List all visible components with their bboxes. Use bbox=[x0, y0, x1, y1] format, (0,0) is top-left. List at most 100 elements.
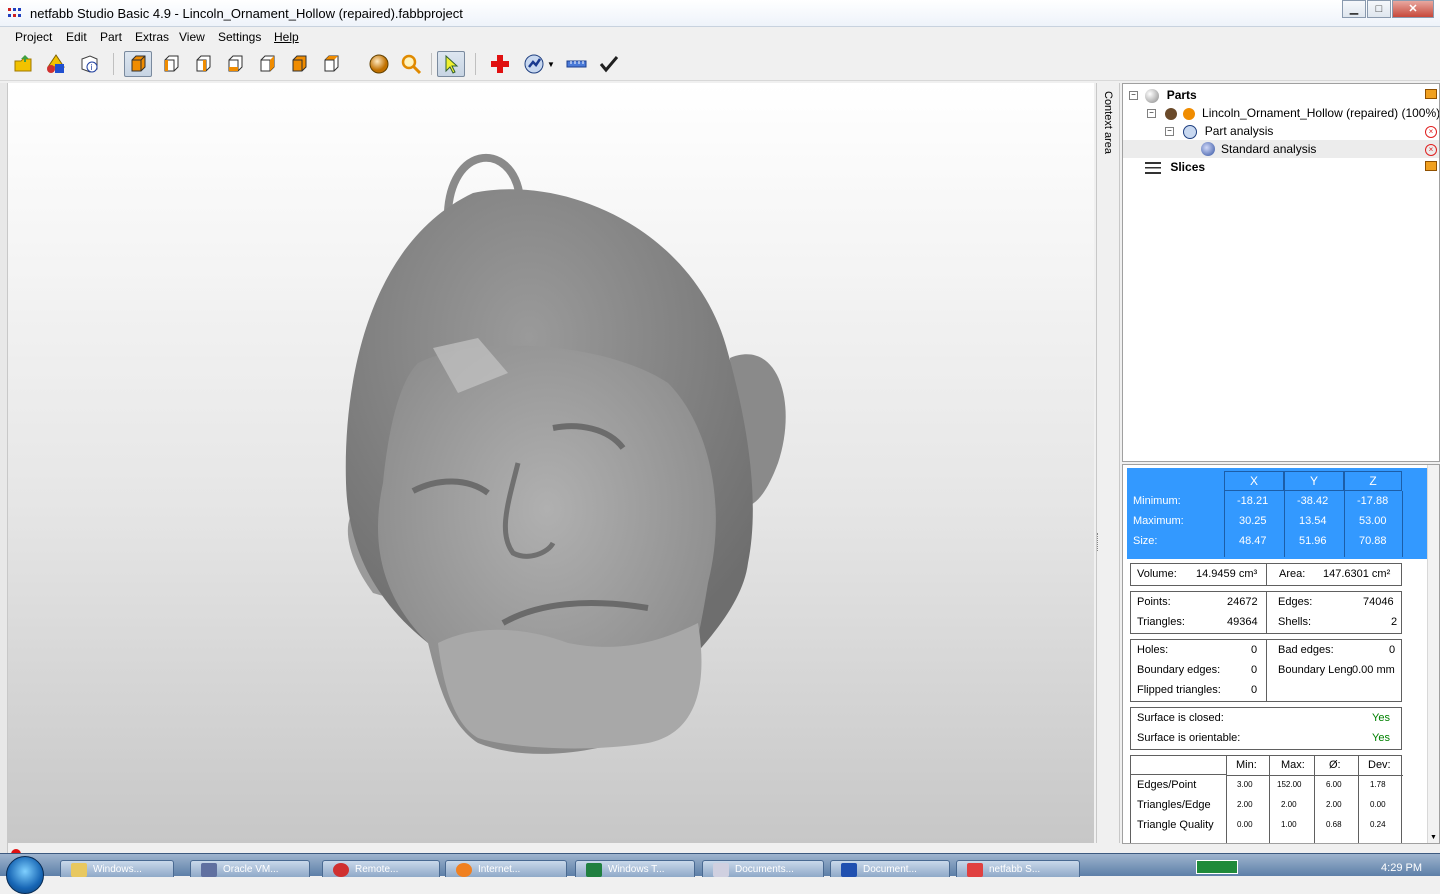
lincoln-head-model[interactable] bbox=[8, 83, 1094, 843]
parts-icon bbox=[1145, 88, 1160, 103]
shading-sphere-icon bbox=[369, 54, 389, 74]
scroll-down-arrow[interactable]: ▼ bbox=[1430, 834, 1437, 841]
column-divider bbox=[1402, 491, 1403, 557]
surface-orientable-value: Yes bbox=[1372, 732, 1390, 744]
bad-edges-label: Bad edges: bbox=[1278, 644, 1334, 656]
visibility-eye-icon[interactable] bbox=[1182, 107, 1195, 120]
taskbar-item-netfabb[interactable]: netfabb S... bbox=[956, 860, 1080, 877]
splitter-grip[interactable] bbox=[1097, 533, 1100, 551]
taskbar-item-remote[interactable]: Remote... bbox=[322, 860, 440, 877]
slices-folder-icon[interactable] bbox=[1425, 161, 1437, 171]
max-y-value: 13.54 bbox=[1299, 515, 1327, 527]
menu-part[interactable]: Part bbox=[100, 30, 122, 44]
remove-analysis-icon[interactable]: × bbox=[1425, 126, 1437, 138]
cell-divider bbox=[1314, 756, 1315, 843]
remote-app-icon bbox=[333, 863, 349, 877]
stats-row-label: Edges/Point bbox=[1137, 779, 1197, 791]
analysis-properties-panel: X Y Z Minimum: -18.21 -38.42 -17.88 Maxi… bbox=[1122, 464, 1440, 844]
properties-scrollbar[interactable]: ▼ bbox=[1427, 465, 1439, 843]
area-value: 147.6301 cm² bbox=[1323, 568, 1391, 580]
bounding-box-table: X Y Z Minimum: -18.21 -38.42 -17.88 Maxi… bbox=[1127, 468, 1429, 559]
remove-standard-analysis-icon[interactable]: × bbox=[1425, 144, 1437, 156]
view-right-button[interactable] bbox=[253, 51, 281, 77]
menu-settings[interactable]: Settings bbox=[218, 30, 261, 44]
taskbar-item-word[interactable]: Document... bbox=[830, 860, 950, 877]
collapse-icon[interactable]: − bbox=[1129, 91, 1138, 101]
context-area-label: Context area bbox=[1102, 91, 1114, 154]
edges-value: 74046 bbox=[1363, 596, 1394, 608]
netfabb-icon bbox=[967, 863, 983, 877]
apply-button[interactable] bbox=[595, 51, 623, 77]
close-button[interactable]: ✕ bbox=[1392, 0, 1434, 18]
menu-help[interactable]: Help bbox=[274, 30, 299, 44]
context-area-strip[interactable]: Context area bbox=[1096, 83, 1120, 843]
view-bottom-button[interactable] bbox=[317, 51, 345, 77]
taskbar-item-task-manager[interactable]: Windows T... bbox=[575, 860, 695, 877]
stats-max-value: 152.00 bbox=[1277, 780, 1302, 789]
boundary-length-value: 0.00 mm bbox=[1352, 664, 1395, 676]
slices-icon bbox=[1145, 161, 1161, 174]
3d-viewport[interactable] bbox=[8, 83, 1094, 843]
left-panel-strip bbox=[0, 83, 8, 853]
parts-folder-icon[interactable] bbox=[1425, 89, 1437, 99]
tray-battery-icon[interactable] bbox=[1196, 860, 1238, 874]
zoom-icon bbox=[401, 54, 422, 75]
repair-button[interactable] bbox=[486, 51, 514, 77]
taskbar-clock[interactable]: 4:29 PM bbox=[1381, 862, 1422, 874]
taskbar-item-virtualbox[interactable]: Oracle VM... bbox=[190, 860, 310, 877]
stats-avg-value: 2.00 bbox=[1326, 800, 1342, 809]
minimize-button[interactable]: ▁ bbox=[1342, 0, 1366, 18]
view-3d-button[interactable] bbox=[124, 51, 152, 77]
menu-view[interactable]: View bbox=[179, 30, 205, 44]
stats-header-avg: Ø: bbox=[1329, 759, 1341, 771]
documents-icon bbox=[713, 863, 729, 877]
view-top-button[interactable] bbox=[285, 51, 313, 77]
surface-orientable-label: Surface is orientable: bbox=[1137, 732, 1241, 744]
axis-z-header: Z bbox=[1344, 471, 1402, 491]
mesh-counts-box: Points: 24672 Edges: 74046 Triangles: 49… bbox=[1130, 591, 1402, 634]
tree-node-part-analysis[interactable]: − Part analysis bbox=[1165, 122, 1273, 140]
tree-node-slices[interactable]: Slices bbox=[1145, 158, 1205, 176]
zoom-button[interactable] bbox=[397, 51, 425, 77]
view-left-button[interactable] bbox=[221, 51, 249, 77]
view-back-button[interactable] bbox=[189, 51, 217, 77]
boundary-edges-value: 0 bbox=[1251, 664, 1258, 676]
menu-edit[interactable]: Edit bbox=[66, 30, 87, 44]
column-divider bbox=[1344, 491, 1345, 557]
stats-min-value: 3.00 bbox=[1237, 780, 1253, 789]
start-button[interactable] bbox=[6, 856, 44, 894]
collapse-icon[interactable]: − bbox=[1165, 127, 1174, 137]
view-top-icon bbox=[292, 55, 307, 72]
add-part-button[interactable] bbox=[42, 51, 70, 77]
select-button[interactable] bbox=[437, 51, 465, 77]
analysis-dropdown-button[interactable]: ▼ bbox=[519, 51, 559, 77]
mesh-statistics-table: Min: Max: Ø: Dev: Edges/Point 3.00 152.0… bbox=[1130, 755, 1403, 843]
title-bar: netfabb Studio Basic 4.9 - Lincoln_Ornam… bbox=[0, 0, 1440, 27]
part-info-button[interactable]: i bbox=[75, 51, 103, 77]
open-project-button[interactable] bbox=[10, 51, 38, 77]
taskbar-item-browser[interactable]: Internet... bbox=[445, 860, 567, 877]
stats-dev-value: 0.00 bbox=[1370, 800, 1386, 809]
tree-node-parts[interactable]: − Parts bbox=[1129, 86, 1197, 104]
view-front-button[interactable] bbox=[157, 51, 185, 77]
repair-cross-icon bbox=[491, 55, 509, 73]
cell-divider bbox=[1269, 756, 1270, 843]
measure-ruler-icon bbox=[566, 60, 587, 68]
shading-button[interactable] bbox=[365, 51, 393, 77]
taskbar-item-explorer[interactable]: Windows... bbox=[60, 860, 174, 877]
word-icon bbox=[841, 863, 857, 877]
axis-y-header: Y bbox=[1284, 471, 1344, 491]
cell-divider bbox=[1266, 564, 1267, 585]
stats-header-dev: Dev: bbox=[1368, 759, 1391, 771]
maximize-button[interactable]: □ bbox=[1367, 0, 1391, 18]
taskbar-item-documents[interactable]: Documents... bbox=[702, 860, 824, 877]
measure-button[interactable] bbox=[562, 51, 590, 77]
collapse-icon[interactable]: − bbox=[1147, 109, 1156, 119]
stats-max-value: 1.00 bbox=[1281, 820, 1297, 829]
tree-node-standard-analysis[interactable]: Standard analysis bbox=[1123, 140, 1439, 158]
tree-node-part[interactable]: − Lincoln_Ornament_Hollow (repaired) (10… bbox=[1147, 104, 1439, 122]
menu-project[interactable]: Project bbox=[15, 30, 52, 44]
menu-extras[interactable]: Extras bbox=[135, 30, 169, 44]
view-front-icon bbox=[164, 55, 179, 72]
view-3d-icon bbox=[131, 55, 146, 72]
